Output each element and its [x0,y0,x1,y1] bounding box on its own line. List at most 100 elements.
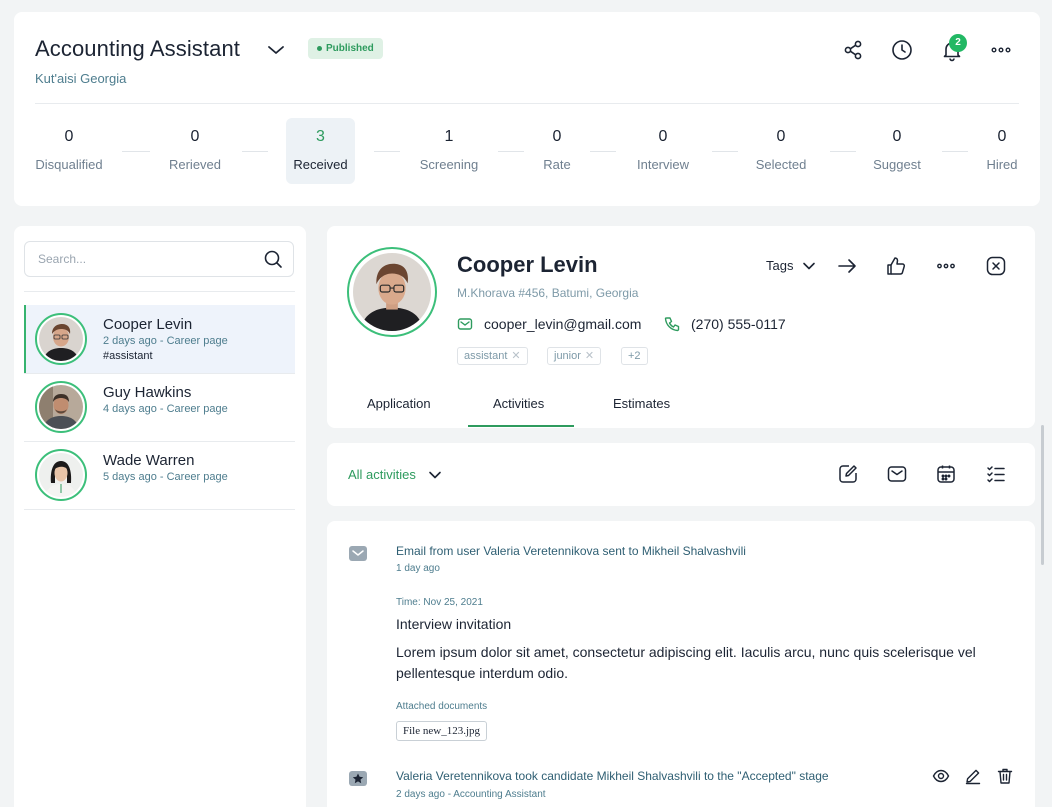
clock-icon[interactable] [890,38,914,62]
avatar [35,449,87,501]
tab-activities[interactable]: Activities [493,396,544,411]
candidate-email[interactable]: cooper_levin@gmail.com [484,316,641,332]
more-icon[interactable] [989,38,1013,62]
status-badge: Published [308,38,383,59]
stage-connector [830,151,856,152]
thumbs-up-icon[interactable] [885,255,907,277]
candidate-item-guy-hawkins[interactable]: Guy Hawkins 4 days ago - Career page [24,373,295,441]
more-tags-chip[interactable]: +2 [621,347,648,365]
stage-label: Screening [419,157,479,172]
scrollbar[interactable] [1041,425,1044,565]
stage-suggest[interactable]: 0 Suggest [864,118,930,184]
stage-connector [374,151,400,152]
header-divider [35,103,1019,104]
tag-chip[interactable]: assistant ✕ [457,347,528,365]
mail-icon [349,546,367,561]
stage-label: Rerieved [168,157,222,172]
tab-application[interactable]: Application [367,396,431,411]
stage-connector [590,151,616,152]
stage-connector [942,151,968,152]
email-subject: Interview invitation [396,616,512,632]
stage-label: Hired [986,157,1018,172]
candidate-item-cooper-levin[interactable]: Cooper Levin 2 days ago - Career page #a… [24,305,295,373]
candidate-name: Wade Warren [103,452,195,469]
activity-filter-dropdown[interactable]: All activities [348,467,416,482]
stage-received[interactable]: 3 Received [286,118,355,184]
stage-interview[interactable]: 0 Interview [628,118,698,184]
candidate-phone[interactable]: (270) 555-0117 [691,316,786,332]
candidate-full-name: Cooper Levin [457,252,598,277]
edit-icon[interactable] [964,767,982,785]
stage-label: Received [293,157,348,172]
stage-connector [122,151,150,152]
arrow-right-icon[interactable] [836,255,858,277]
stage-label: Disqualified [35,157,103,172]
trash-icon[interactable] [996,767,1014,785]
search-input[interactable] [25,242,255,276]
stage-count: 0 [997,128,1007,145]
close-icon[interactable]: ✕ [511,350,520,362]
candidate-address: M.Khorava #456, Batumi, Georgia [457,286,639,300]
more-icon[interactable] [935,255,957,277]
eye-icon[interactable] [932,767,950,785]
attached-documents-label: Attached documents [396,701,488,712]
mail-icon [457,318,473,330]
candidate-profile-card: Cooper Levin M.Khorava #456, Batumi, Geo… [327,226,1035,428]
tag-chip[interactable]: junior ✕ [547,347,602,365]
tags-dropdown-label[interactable]: Tags [766,258,793,273]
checklist-icon[interactable] [985,463,1007,485]
candidate-name: Cooper Levin [103,316,193,333]
email-body: Lorem ipsum dolor sit amet, consectetur … [396,644,976,681]
stage-rate[interactable]: 0 Rate [532,118,582,184]
stage-count: 0 [552,128,562,145]
activity-feed: Email from user Valeria Veretennikova se… [327,521,1035,807]
stage-count: 0 [776,128,786,145]
stage-connector [498,151,524,152]
activity-time: 1 day ago [396,563,440,574]
job-title: Accounting Assistant [35,36,241,61]
calendar-icon[interactable] [935,463,957,485]
list-divider [24,509,295,510]
chevron-down-icon[interactable] [802,260,816,272]
candidate-meta: 4 days ago - Career page [103,403,228,415]
candidate-meta: 5 days ago - Career page [103,471,228,483]
stage-selected[interactable]: 0 Selected [746,118,816,184]
candidate-item-wade-warren[interactable]: Wade Warren 5 days ago - Career page [24,441,295,509]
job-location: Kut'aisi Georgia [35,71,127,86]
job-header-card: Accounting Assistant Published Kut'aisi … [14,12,1040,206]
close-icon[interactable] [985,255,1007,277]
share-icon[interactable] [841,38,865,62]
stage-label: Suggest [873,157,921,172]
activity-date: Time: Nov 25, 2021 [396,597,483,608]
stage-retrieved[interactable]: 0 Rerieved [159,118,231,184]
stage-count: 0 [190,128,200,145]
search-box [24,241,294,277]
avatar [347,247,437,337]
candidate-list-panel: Cooper Levin 2 days ago - Career page #a… [14,226,306,807]
candidate-meta: 2 days ago - Career page [103,335,228,347]
active-tab-indicator [468,425,574,427]
list-divider [24,291,295,292]
tag-label: junior [554,350,581,362]
close-icon[interactable]: ✕ [585,350,594,362]
more-tags-label: +2 [628,350,641,362]
attached-file[interactable]: File new_123.jpg [396,721,487,741]
stage-screening[interactable]: 1 Screening [414,118,484,184]
stage-count: 0 [64,128,74,145]
tab-estimates[interactable]: Estimates [613,396,670,411]
phone-icon [664,317,680,332]
chevron-down-icon[interactable] [428,469,442,481]
stage-hired[interactable]: 0 Hired [976,118,1028,184]
candidate-name: Guy Hawkins [103,384,192,401]
mail-icon[interactable] [886,463,908,485]
chevron-down-icon[interactable] [266,42,286,58]
stage-count: 0 [892,128,902,145]
activity-title: Valeria Veretennikova took candidate Mik… [396,769,829,783]
avatar [35,381,87,433]
search-icon[interactable] [263,249,283,269]
stage-disqualified[interactable]: 0 Disqualified [28,118,110,184]
stage-connector [242,151,268,152]
stage-label: Selected [755,157,807,172]
stage-count: 0 [658,128,668,145]
edit-note-icon[interactable] [837,463,859,485]
